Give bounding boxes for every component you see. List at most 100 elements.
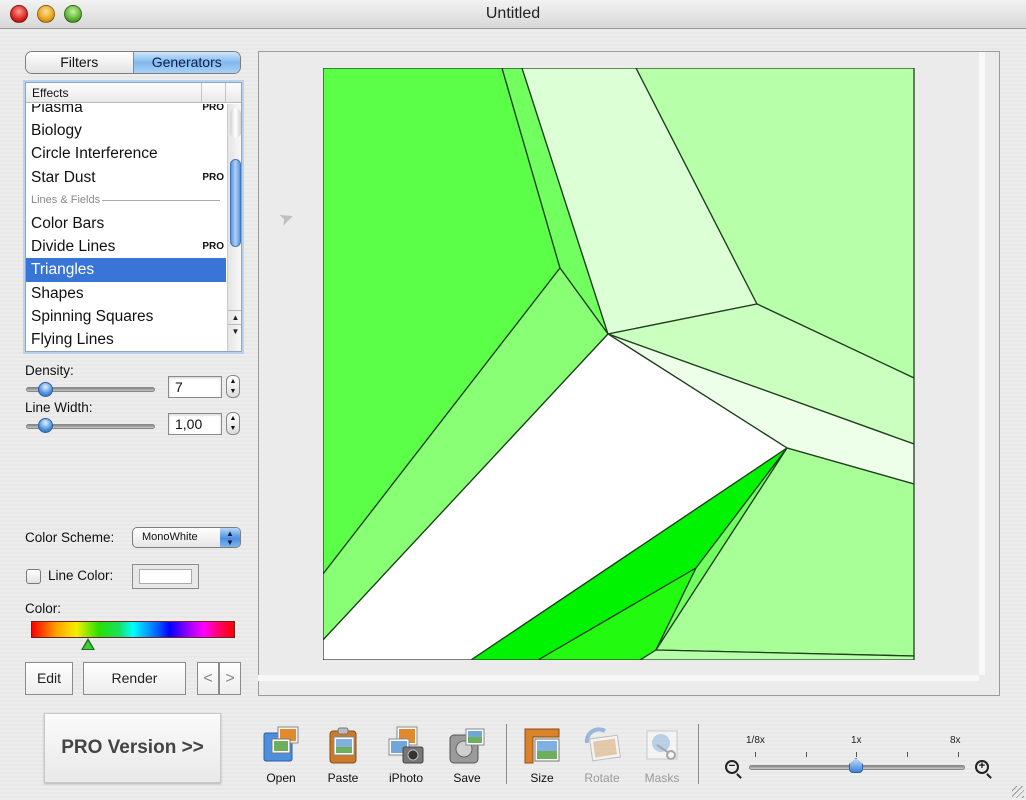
effect-list-item[interactable]: Flying Lines [26,328,226,351]
effects-list-scrollbar[interactable]: ▲ ▼ [227,104,241,351]
effect-list-item[interactable]: Spinning Squares [26,305,226,328]
scroll-track-cap [230,108,241,138]
color-scheme-value: MonoWhite [142,531,198,543]
effect-label: Plasma [31,104,83,116]
toolbar-iphoto-label: iPhoto [388,771,424,785]
color-scheme-popup[interactable]: MonoWhite ▲ ▼ [132,527,241,548]
zoom-tick [856,752,857,757]
zoom-label-mid: 1x [851,735,862,746]
pro-badge: PRO [202,104,224,113]
effect-label: Triangles [31,261,95,279]
toolbar-iphoto[interactable]: iPhoto [376,725,436,785]
effect-label: Biology [31,122,82,140]
density-label: Density: [25,363,74,378]
color-scheme-label: Color Scheme: [25,530,115,545]
render-button[interactable]: Render [83,662,186,695]
pro-badge: PRO [202,241,224,253]
effects-list-header[interactable]: Effects [26,83,241,103]
toolbar-rotate-label: Rotate [584,771,620,785]
hue-spectrum-bar[interactable] [31,621,235,638]
toolbar-save[interactable]: Save [437,725,497,785]
list-section-header: Lines & Fields [26,189,226,212]
column-divider [225,83,226,103]
edit-button[interactable]: Edit [25,662,73,695]
line-color-well[interactable] [132,564,199,589]
effects-rows: Plasma PRO Biology Circle Interference Star … [26,104,226,351]
effect-label: Circle Interference [31,145,158,163]
line-color-checkbox[interactable] [26,569,41,584]
density-slider-knob[interactable] [37,382,53,397]
effect-list-item[interactable]: Star Dust PRO [26,166,226,189]
save-icon [446,725,488,767]
effect-label: Spinning Squares [31,307,154,325]
zoom-label-max: 8x [950,735,961,746]
open-icon [260,725,302,767]
effects-list-viewport: Plasma PRO Biology Circle Interference Star … [26,104,226,351]
zoom-tick [907,752,908,757]
zoom-out-icon[interactable]: − [725,760,739,774]
toolbar-paste-label: Paste [327,771,359,785]
next-button[interactable]: > [219,662,241,695]
toolbar-size[interactable]: Size [512,725,572,785]
effect-label: Divide Lines [31,238,116,256]
effect-label: Flying Lines [31,330,114,348]
title-bar: Untitled [0,0,1026,29]
window-resize-grip[interactable] [1012,786,1024,798]
line-width-field[interactable]: 1,00 [168,413,222,435]
effect-list-item[interactable]: Color Bars [26,212,226,235]
zoom-tick [755,752,756,757]
toolbar-masks-label: Masks [644,771,680,785]
mode-segmented-control: Filters Generators [25,51,241,74]
effect-list-item[interactable]: Divide Lines PRO [26,235,226,258]
line-color-swatch [139,569,192,584]
pro-version-button[interactable]: PRO Version >> [44,713,221,783]
effect-label: Color Bars [31,214,105,232]
tab-filters[interactable]: Filters [26,52,134,73]
toolbar-open-label: Open [266,771,296,785]
canvas-bottom-edge [258,675,979,681]
zoom-tick [958,752,959,757]
section-divider [102,199,220,201]
scroll-thumb[interactable] [230,159,241,247]
popup-arrows-icon: ▲ ▼ [220,528,240,547]
scroll-up-arrow[interactable]: ▲ [228,310,241,324]
toolbar-rotate[interactable]: Rotate [572,725,632,785]
scroll-down-arrow[interactable]: ▼ [228,324,241,338]
size-icon [521,725,563,767]
line-width-label: Line Width: [25,400,93,415]
toolbar-paste[interactable]: Paste [313,725,373,785]
toolbar-save-label: Save [453,771,481,785]
toolbar-open[interactable]: Open [251,725,311,785]
previous-button[interactable]: < [197,662,219,695]
line-width-stepper[interactable]: ▲ ▼ [226,412,240,435]
effect-list-item[interactable]: Plasma PRO [26,104,226,119]
toolbar-masks[interactable]: Masks [632,725,692,785]
density-field[interactable]: 7 [168,376,222,398]
paste-icon [322,725,364,767]
window-title: Untitled [485,5,541,22]
effect-list-item[interactable]: Circle Interference [26,142,226,165]
density-stepper[interactable]: ▲ ▼ [226,375,240,398]
tab-generators[interactable]: Generators [133,52,240,73]
toolbar-size-label: Size [530,771,554,785]
line-color-label: Line Color: [48,568,114,583]
effect-list-item[interactable]: Biology [26,119,226,142]
column-divider [201,83,202,103]
effect-label: Lines & Fields [31,193,101,206]
zoom-label-min: 1/8x [746,735,765,746]
line-width-slider-knob[interactable] [37,418,53,433]
pro-badge: PRO [202,171,224,183]
effects-column-header: Effects [32,86,69,100]
effects-list: Effects Plasma PRO Biology Circle Interfere… [25,82,242,352]
effect-list-item[interactable]: Triangles [26,258,226,282]
zoom-tick [806,752,807,757]
toolbar-separator [698,724,699,784]
rotate-icon [581,725,623,767]
iphoto-icon [385,725,427,767]
zoom-in-icon[interactable]: + [975,760,989,774]
hue-marker[interactable] [81,638,96,650]
generated-artwork[interactable] [323,68,915,660]
toolbar-separator [506,724,507,784]
effect-label: Shapes [31,284,84,302]
effect-list-item[interactable]: Shapes [26,282,226,305]
